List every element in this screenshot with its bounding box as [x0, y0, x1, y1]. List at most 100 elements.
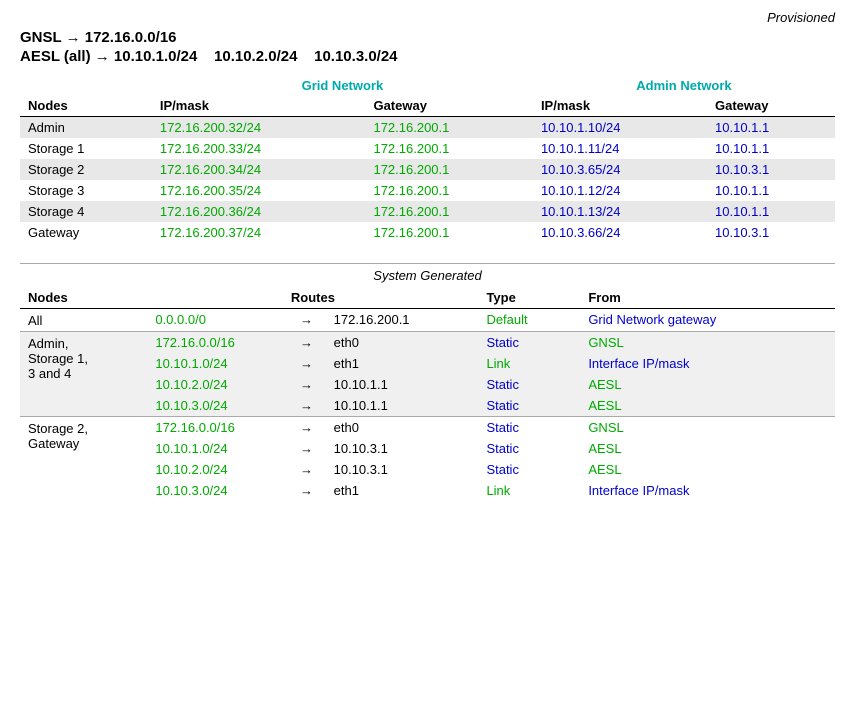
- aesl-value-2: 10.10.2.0/24: [214, 48, 297, 65]
- gnsl-value: 172.16.0.0/16: [85, 29, 177, 46]
- aesl-value-3: 10.10.3.0/24: [314, 48, 397, 65]
- route-type: Link: [478, 353, 580, 374]
- route-from: GNSL: [580, 332, 835, 354]
- route-arrow: →: [287, 353, 325, 374]
- route-type: Static: [478, 395, 580, 417]
- route-dest: 172.16.0.0/16: [147, 417, 287, 439]
- grid-gw: 172.16.200.1: [365, 159, 532, 180]
- gnsl-line: GNSL → 172.16.0.0/16: [20, 29, 835, 46]
- route-via: 10.10.1.1: [326, 395, 479, 417]
- route-arrow: →: [287, 417, 325, 439]
- grid-ip-col-header: IP/mask: [152, 95, 366, 117]
- route-type: Static: [478, 417, 580, 439]
- admin-ip: 10.10.3.66/24: [533, 222, 707, 243]
- aesl-arrow: →: [95, 48, 114, 65]
- nodes-col-spacer: [20, 75, 152, 95]
- route-group-nodes: Admin,Storage 1,3 and 4: [20, 332, 147, 417]
- aesl-line: AESL (all) → 10.10.1.0/24 10.10.2.0/24 1…: [20, 48, 835, 65]
- route-dest: 10.10.1.0/24: [147, 353, 287, 374]
- grid-gw: 172.16.200.1: [365, 138, 532, 159]
- route-from: Interface IP/mask: [580, 480, 835, 501]
- node-name: Storage 2: [20, 159, 152, 180]
- admin-ip: 10.10.1.13/24: [533, 201, 707, 222]
- route-via: 172.16.200.1: [326, 309, 479, 332]
- route-arrow: →: [287, 374, 325, 395]
- admin-ip-col-header: IP/mask: [533, 95, 707, 117]
- route-from: AESL: [580, 395, 835, 417]
- route-arrow: →: [287, 332, 325, 354]
- network-section-header: Grid Network Admin Network: [20, 75, 835, 95]
- route-arrow: →: [287, 395, 325, 417]
- route-dest: 0.0.0.0/0: [147, 309, 287, 332]
- admin-gw: 10.10.1.1: [707, 117, 835, 139]
- grid-ip: 172.16.200.36/24: [152, 201, 366, 222]
- route-group-nodes: All: [20, 309, 147, 332]
- network-col-headers: Nodes IP/mask Gateway IP/mask Gateway: [20, 95, 835, 117]
- route-dest: 10.10.3.0/24: [147, 395, 287, 417]
- route-dest: 10.10.2.0/24: [147, 459, 287, 480]
- route-from: GNSL: [580, 417, 835, 439]
- system-generated-label: System Generated: [20, 268, 835, 283]
- grid-gw-col-header: Gateway: [365, 95, 532, 117]
- routes-type-col-header: Type: [478, 287, 580, 309]
- routes-routes-col-header: Routes: [147, 287, 478, 309]
- route-from: AESL: [580, 438, 835, 459]
- grid-gw: 172.16.200.1: [365, 222, 532, 243]
- route-type: Link: [478, 480, 580, 501]
- network-table-body: Admin 172.16.200.32/24 172.16.200.1 10.1…: [20, 117, 835, 244]
- grid-ip: 172.16.200.35/24: [152, 180, 366, 201]
- node-name: Storage 3: [20, 180, 152, 201]
- grid-gw: 172.16.200.1: [365, 117, 532, 139]
- route-dest: 10.10.3.0/24: [147, 480, 287, 501]
- admin-gw-col-header: Gateway: [707, 95, 835, 117]
- route-type: Static: [478, 332, 580, 354]
- node-name: Gateway: [20, 222, 152, 243]
- network-table-row: Storage 4 172.16.200.36/24 172.16.200.1 …: [20, 201, 835, 222]
- route-dest: 10.10.2.0/24: [147, 374, 287, 395]
- route-via: eth0: [326, 332, 479, 354]
- network-table-row: Admin 172.16.200.32/24 172.16.200.1 10.1…: [20, 117, 835, 139]
- aesl-value-1: 10.10.1.0/24: [114, 48, 197, 65]
- routes-table-row: Admin,Storage 1,3 and 4 172.16.0.0/16 → …: [20, 332, 835, 354]
- route-type: Default: [478, 309, 580, 332]
- gnsl-arrow: →: [66, 29, 85, 46]
- admin-ip: 10.10.1.10/24: [533, 117, 707, 139]
- admin-ip: 10.10.3.65/24: [533, 159, 707, 180]
- node-name: Storage 4: [20, 201, 152, 222]
- route-arrow: →: [287, 309, 325, 332]
- routes-col-headers: Nodes Routes Type From: [20, 287, 835, 309]
- route-from: AESL: [580, 374, 835, 395]
- grid-gw: 172.16.200.1: [365, 180, 532, 201]
- gnsl-label: GNSL: [20, 29, 61, 46]
- grid-ip: 172.16.200.32/24: [152, 117, 366, 139]
- admin-ip: 10.10.1.12/24: [533, 180, 707, 201]
- route-arrow: →: [287, 480, 325, 501]
- routes-table-row: All 0.0.0.0/0 → 172.16.200.1 Default Gri…: [20, 309, 835, 332]
- grid-gw: 172.16.200.1: [365, 201, 532, 222]
- node-name: Admin: [20, 117, 152, 139]
- route-group-nodes: Storage 2,Gateway: [20, 417, 147, 502]
- network-table-row: Storage 1 172.16.200.33/24 172.16.200.1 …: [20, 138, 835, 159]
- routes-nodes-col-header: Nodes: [20, 287, 147, 309]
- route-from: AESL: [580, 459, 835, 480]
- network-table-row: Storage 2 172.16.200.34/24 172.16.200.1 …: [20, 159, 835, 180]
- route-via: eth0: [326, 417, 479, 439]
- aesl-label: AESL (all): [20, 48, 91, 65]
- grid-ip: 172.16.200.34/24: [152, 159, 366, 180]
- provisioned-status: Provisioned: [20, 10, 835, 25]
- section-divider: [20, 263, 835, 264]
- route-via: 10.10.3.1: [326, 459, 479, 480]
- grid-ip: 172.16.200.37/24: [152, 222, 366, 243]
- route-from: Grid Network gateway: [580, 309, 835, 332]
- admin-ip: 10.10.1.11/24: [533, 138, 707, 159]
- route-dest: 10.10.1.0/24: [147, 438, 287, 459]
- node-name: Storage 1: [20, 138, 152, 159]
- nodes-col-header: Nodes: [20, 95, 152, 117]
- route-arrow: →: [287, 459, 325, 480]
- grid-network-header: Grid Network: [152, 75, 533, 95]
- route-via: eth1: [326, 480, 479, 501]
- route-dest: 172.16.0.0/16: [147, 332, 287, 354]
- route-type: Static: [478, 459, 580, 480]
- admin-network-header: Admin Network: [533, 75, 835, 95]
- route-from: Interface IP/mask: [580, 353, 835, 374]
